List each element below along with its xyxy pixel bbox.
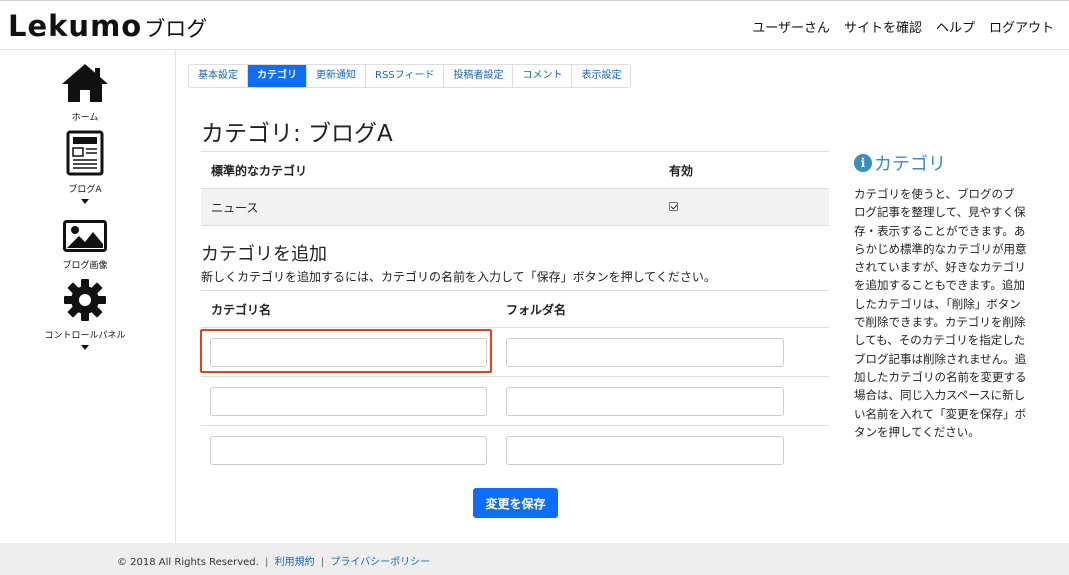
info-icon: i (854, 154, 872, 172)
tab-basic-settings[interactable]: 基本設定 (189, 65, 248, 87)
folder-name-input[interactable] (506, 436, 784, 465)
help-line: を追加することもできます。追加 (854, 278, 1025, 293)
terms-link[interactable]: 利用規約 (275, 557, 315, 568)
column-header-folder-name: フォルダ名 (506, 302, 567, 317)
tab-update-notification[interactable]: 更新通知 (307, 65, 366, 87)
sidebar-item-blog[interactable]: ブログA (0, 130, 170, 204)
top-nav: ユーザーさん サイトを確認 ヘルプ ログアウト (752, 17, 1054, 36)
logo[interactable]: Lekumo ブログ (8, 9, 207, 45)
help-line: で削除できます。カテゴリを削除 (854, 315, 1026, 330)
footer-separator: | (265, 557, 269, 568)
help-title-text: カテゴリ (874, 154, 946, 175)
home-icon (62, 64, 108, 102)
footer-separator: | (320, 557, 325, 568)
tab-comments[interactable]: コメント (513, 65, 573, 87)
help-line: ログ記事を整理して、見やすく保 (854, 205, 1026, 220)
help-line: しても、そのカテゴリを指定した (854, 333, 1026, 348)
category-name-input[interactable] (210, 338, 487, 367)
folder-name-input[interactable] (506, 387, 784, 416)
table-row (201, 328, 829, 377)
tab-rss-feed[interactable]: RSSフィード (366, 65, 445, 87)
top-header: Lekumo ブログ ユーザーさん サイトを確認 ヘルプ ログアウト (0, 0, 1069, 50)
help-line: 加したカテゴリの名前を変更する (854, 369, 1027, 384)
table-row (201, 377, 829, 426)
privacy-link[interactable]: プライバシーポリシー (330, 557, 430, 568)
logo-main-text: Lekumo (8, 9, 143, 43)
page-title: カテゴリ: ブログA (201, 121, 393, 147)
help-line: カテゴリを使うと、ブログのブ (854, 187, 1015, 201)
sidebar-item-home[interactable]: ホーム (0, 62, 170, 123)
image-icon (63, 220, 107, 252)
logo-sub-text: ブログ (144, 17, 208, 41)
footer: © 2018 All Rights Reserved. | 利用規約 | プライ… (0, 543, 1069, 575)
folder-name-input[interactable] (506, 338, 784, 367)
table-row: ニュース (201, 189, 829, 226)
help-line: したカテゴリは、「削除」ボタン (854, 296, 1021, 311)
help-line: 存・表示することができます。あ (854, 223, 1026, 238)
blog-icon (66, 130, 104, 176)
category-name: ニュース (211, 200, 259, 215)
column-header-category-name: カテゴリ名 (211, 302, 272, 317)
save-changes-button[interactable]: 変更を保存 (473, 488, 558, 518)
chevron-down-icon[interactable] (81, 345, 89, 350)
sidebar: ホーム ブログA ブログ画像 コントロールパネル (0, 50, 176, 543)
add-category-table: カテゴリ名 フォルダ名 (201, 290, 829, 475)
help-line: タンを押してください。 (854, 424, 980, 439)
sidebar-item-blog-images[interactable]: ブログ画像 (0, 220, 170, 271)
nav-help[interactable]: ヘルプ (936, 17, 975, 36)
copyright: © 2018 All Rights Reserved. (117, 557, 259, 568)
sidebar-item-label: ブログ画像 (62, 261, 108, 271)
enabled-checkbox[interactable] (669, 202, 678, 211)
help-line: ブログ記事は削除されません。追 (854, 351, 1027, 366)
help-title: i カテゴリ (854, 150, 1054, 176)
add-category-title: カテゴリを追加 (201, 244, 327, 265)
table-row (201, 426, 829, 475)
help-line: 場合は、同じ入力スペースに新し (854, 388, 1026, 403)
sidebar-item-control-panel[interactable]: コントロールパネル (0, 278, 170, 350)
settings-tabs: 基本設定 カテゴリ 更新通知 RSSフィード 投稿者設定 コメント 表示設定 (188, 64, 632, 88)
chevron-down-icon[interactable] (81, 199, 89, 204)
tab-author-settings[interactable]: 投稿者設定 (444, 65, 514, 87)
tab-categories[interactable]: カテゴリ (248, 65, 307, 87)
column-header-enabled: 有効 (669, 163, 694, 178)
tab-display-settings[interactable]: 表示設定 (572, 65, 630, 87)
nav-logout[interactable]: ログアウト (989, 17, 1054, 36)
help-line: されていますが、好きなカテゴリ (854, 260, 1026, 275)
table-header: カテゴリ名 フォルダ名 (201, 290, 829, 328)
gear-icon (64, 279, 106, 321)
nav-user[interactable]: ユーザーさん (752, 17, 830, 36)
add-category-description: 新しくカテゴリを追加するには、カテゴリの名前を入力して「保存」ボタンを押してくだ… (201, 270, 716, 284)
help-text: カテゴリを使うと、ブログのブ ログ記事を整理して、見やすく保 存・表示することが… (854, 185, 1054, 441)
table-header: 標準的なカテゴリ 有効 (201, 151, 829, 189)
help-panel: i カテゴリ カテゴリを使うと、ブログのブ ログ記事を整理して、見やすく保 存・… (854, 150, 1054, 441)
category-name-input[interactable] (210, 387, 487, 416)
sidebar-item-label: ホーム (71, 113, 99, 123)
help-line: い名前を入れて「変更を保存」ボ (854, 406, 1027, 421)
column-header-name: 標準的なカテゴリ (211, 163, 308, 178)
help-line: らかじめ標準的なカテゴリが用意 (854, 241, 1027, 256)
category-name-input[interactable] (210, 436, 487, 465)
standard-categories-table: 標準的なカテゴリ 有効 ニュース (201, 151, 829, 226)
nav-view-site[interactable]: サイトを確認 (844, 17, 922, 36)
sidebar-item-label: ブログA (68, 185, 102, 195)
sidebar-item-label: コントロールパネル (44, 331, 126, 341)
